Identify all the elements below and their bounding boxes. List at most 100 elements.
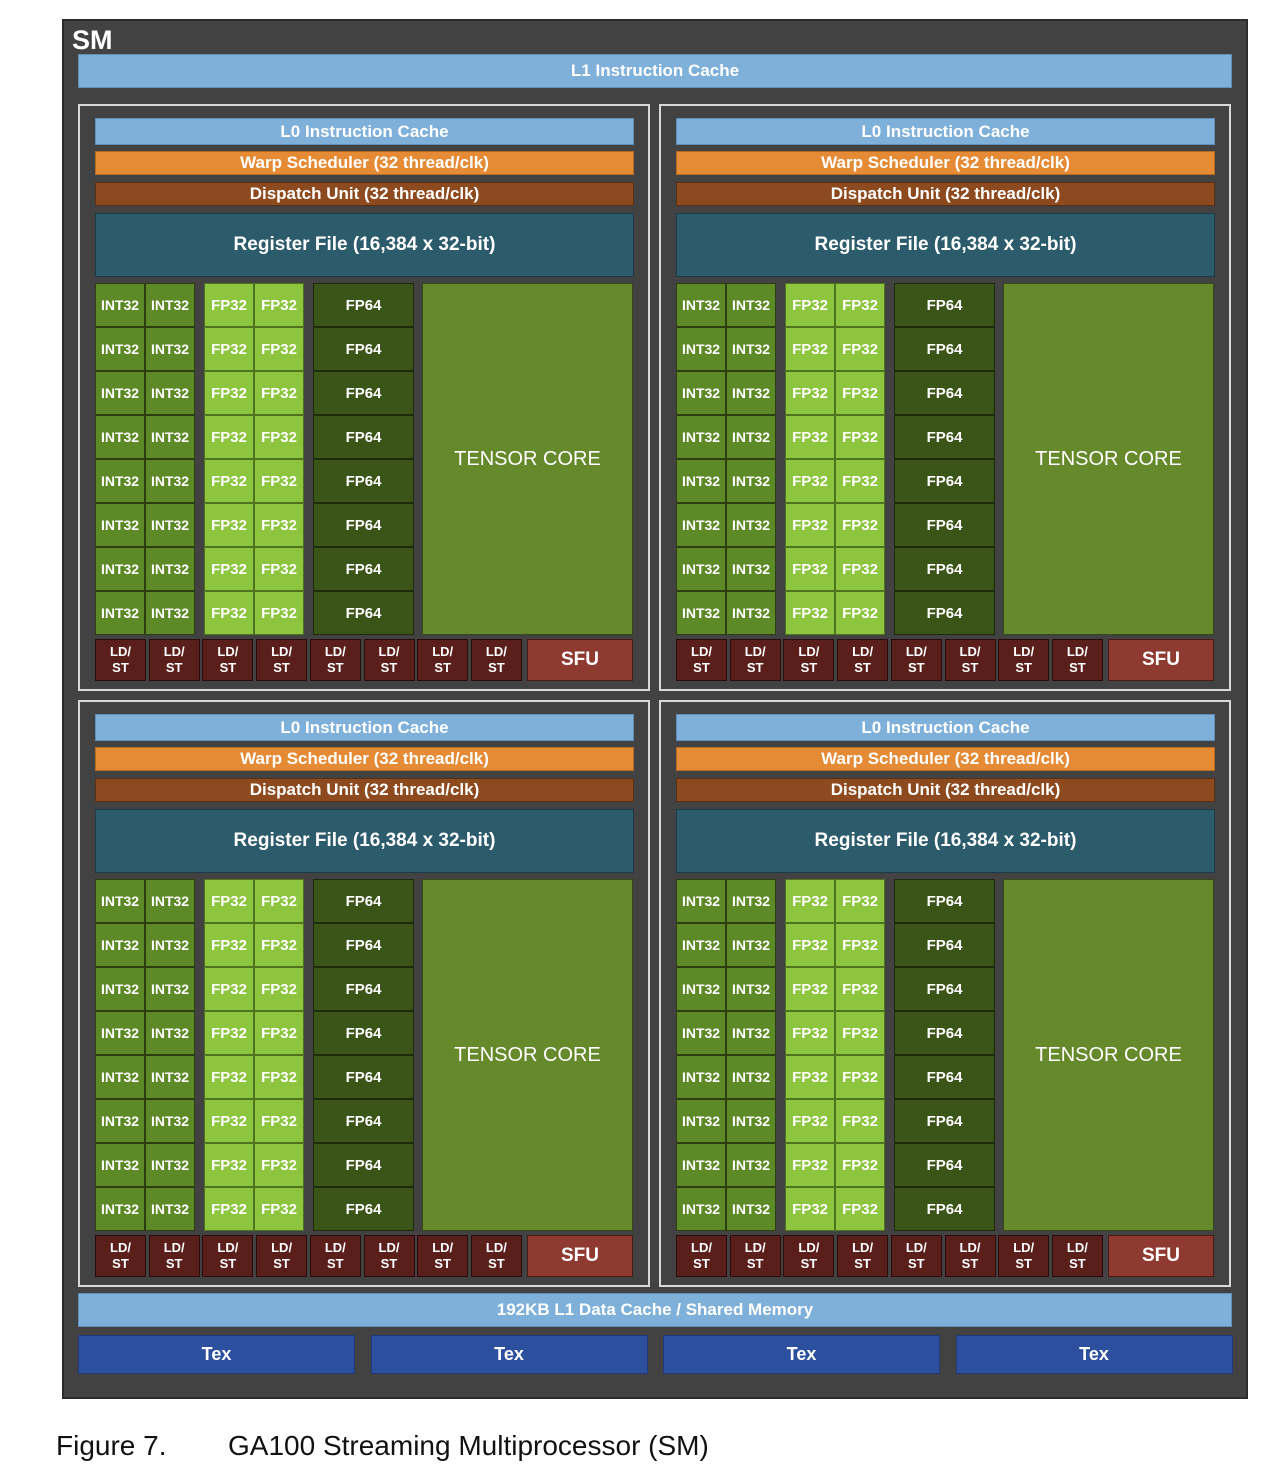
fp32-unit: FP32 — [204, 459, 254, 503]
int32-unit: INT32 — [726, 1187, 776, 1231]
ld-st-label-top: LD/ — [959, 644, 981, 659]
ld-st-label-top: LD/ — [217, 644, 239, 659]
warp-scheduler: Warp Scheduler (32 thread/clk) — [676, 151, 1215, 175]
ld-st-label-top: LD/ — [271, 1240, 293, 1255]
fp32-unit: FP32 — [785, 547, 835, 591]
ld-st-label-top: LD/ — [324, 644, 346, 659]
fp64-unit: FP64 — [894, 459, 995, 503]
fp64-unit: FP64 — [313, 415, 414, 459]
fp32-unit: FP32 — [835, 967, 885, 1011]
ld-st-label-top: LD/ — [798, 644, 820, 659]
dispatch-unit: Dispatch Unit (32 thread/clk) — [95, 182, 634, 206]
int32-unit: INT32 — [95, 547, 145, 591]
fp64-unit: FP64 — [313, 459, 414, 503]
ld-st-unit: LD/ST — [944, 639, 996, 681]
tex-unit: Tex — [663, 1335, 940, 1374]
ld-st-label-top: LD/ — [744, 644, 766, 659]
fp64-unit: FP64 — [313, 1143, 414, 1187]
l1-instruction-cache: L1 Instruction Cache — [78, 54, 1232, 88]
int32-unit: INT32 — [95, 1055, 145, 1099]
tensor-core: TENSOR CORE — [1003, 283, 1214, 635]
fp32-unit: FP32 — [254, 967, 304, 1011]
ld-st-label-bottom: ST — [800, 660, 818, 675]
int32-unit: INT32 — [95, 879, 145, 923]
int32-unit: INT32 — [726, 1055, 776, 1099]
ld-st-label-bottom: ST — [1069, 1256, 1086, 1271]
ld-st-label-top: LD/ — [798, 1240, 820, 1255]
fp32-unit: FP32 — [204, 967, 254, 1011]
ld-st-label-bottom: ST — [112, 1256, 129, 1271]
ld-st-unit: LD/ST — [256, 639, 308, 681]
ld-st-unit: LD/ST — [890, 639, 942, 681]
fp32-unit: FP32 — [254, 1055, 304, 1099]
ld-st-label-bottom: ST — [488, 1256, 505, 1271]
int32-unit: INT32 — [676, 1187, 726, 1231]
ld-st-label-top: LD/ — [432, 1240, 454, 1255]
ld-st-label-bottom: ST — [1015, 1256, 1032, 1271]
ld-st-unit: LD/ST — [148, 1235, 200, 1277]
ld-st-label-bottom: ST — [273, 660, 290, 675]
fp32-unit: FP32 — [204, 371, 254, 415]
int32-unit: INT32 — [676, 967, 726, 1011]
fp32-unit: FP32 — [785, 1143, 835, 1187]
int32-unit: INT32 — [726, 591, 776, 635]
ld-st-label-top: LD/ — [852, 644, 874, 659]
int32-unit: INT32 — [676, 1099, 726, 1143]
fp32-unit: FP32 — [785, 327, 835, 371]
fp64-unit: FP64 — [313, 1055, 414, 1099]
warp-scheduler: Warp Scheduler (32 thread/clk) — [95, 151, 634, 175]
fp32-unit: FP32 — [785, 283, 835, 327]
int32-unit: INT32 — [676, 1011, 726, 1055]
int32-unit: INT32 — [95, 415, 145, 459]
warp-scheduler: Warp Scheduler (32 thread/clk) — [676, 747, 1215, 771]
int32-unit: INT32 — [676, 503, 726, 547]
ld-st-label-top: LD/ — [324, 1240, 346, 1255]
ld-st-unit: LD/ST — [837, 1235, 889, 1277]
fp32-unit: FP32 — [254, 371, 304, 415]
fp64-unit: FP64 — [313, 327, 414, 371]
fp64-unit: FP64 — [313, 1187, 414, 1231]
execution-unit-grid: INT32 INT32 FP32 FP32 FP64 INT32 INT32 FP32 FP32… — [676, 283, 1215, 635]
fp32-unit: FP32 — [254, 591, 304, 635]
ld-st-label-bottom: ST — [693, 660, 710, 675]
int32-unit: INT32 — [145, 1099, 195, 1143]
ld-st-label-top: LD/ — [852, 1240, 874, 1255]
execution-unit-grid: INT32 INT32 FP32 FP32 FP64 INT32 INT32 FP32 FP32… — [95, 879, 634, 1231]
int32-unit: INT32 — [726, 459, 776, 503]
int32-unit: INT32 — [676, 415, 726, 459]
ld-st-unit: LD/ST — [202, 639, 254, 681]
ld-st-label-top: LD/ — [271, 644, 293, 659]
ld-st-unit: LD/ST — [256, 1235, 308, 1277]
int32-unit: INT32 — [145, 371, 195, 415]
ld-st-unit: LD/ST — [944, 1235, 996, 1277]
fp32-unit: FP32 — [785, 1099, 835, 1143]
sm-block: SM L1 Instruction Cache L0 Instruction C… — [62, 19, 1248, 1399]
ldst-row: LD/ST LD/ST LD/ST LD/ST LD/ST LD/ST LD/ST LD/ST… — [95, 1235, 634, 1277]
ld-st-label-bottom: ST — [219, 660, 237, 675]
ld-st-unit: LD/ST — [998, 639, 1050, 681]
ld-st-label-top: LD/ — [485, 644, 507, 659]
ld-st-label-top: LD/ — [163, 644, 185, 659]
fp32-unit: FP32 — [785, 591, 835, 635]
fp32-unit: FP32 — [254, 879, 304, 923]
ld-st-label-bottom: ST — [434, 1256, 451, 1271]
int32-unit: INT32 — [145, 415, 195, 459]
int32-unit: INT32 — [95, 503, 145, 547]
int32-unit: INT32 — [726, 503, 776, 547]
ld-st-label-top: LD/ — [691, 644, 712, 659]
fp32-unit: FP32 — [785, 459, 835, 503]
ld-st-label-top: LD/ — [691, 1240, 712, 1255]
fp32-unit: FP32 — [204, 283, 254, 327]
int32-unit: INT32 — [676, 1143, 726, 1187]
fp32-unit: FP32 — [785, 1187, 835, 1231]
ld-st-label-top: LD/ — [905, 1240, 927, 1255]
ld-st-unit: LD/ST — [1051, 1235, 1103, 1277]
processing-block: L0 Instruction Cache Warp Scheduler (32 t… — [78, 700, 650, 1287]
ld-st-unit: LD/ST — [783, 1235, 835, 1277]
ld-st-label-bottom: ST — [800, 1256, 818, 1271]
sfu-unit: SFU — [1108, 639, 1214, 681]
fp32-unit: FP32 — [254, 1011, 304, 1055]
ldst-row: LD/ST LD/ST LD/ST LD/ST LD/ST LD/ST LD/ST LD/ST… — [95, 639, 634, 681]
int32-unit: INT32 — [676, 283, 726, 327]
ld-st-label-bottom: ST — [961, 1256, 979, 1271]
